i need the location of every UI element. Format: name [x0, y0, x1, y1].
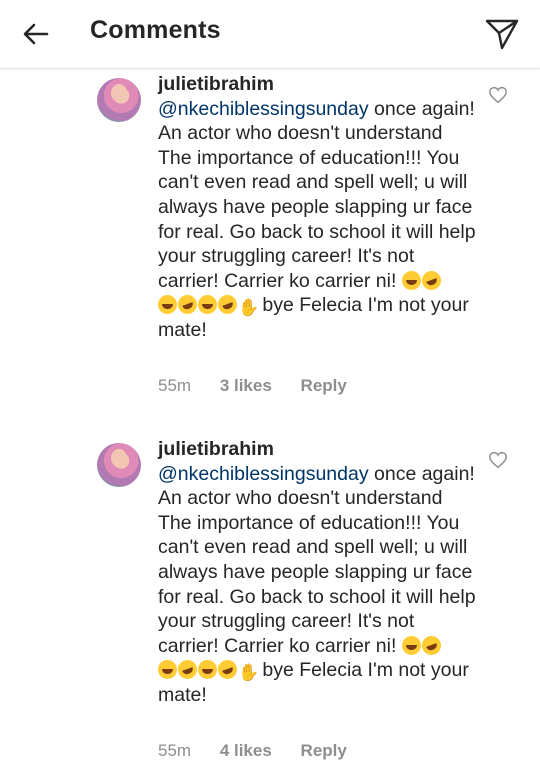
likes-count[interactable]: 3 likes [220, 376, 272, 395]
mention-link[interactable]: @nkechiblessingsunday [158, 463, 369, 485]
laughing-emoji-icon [198, 660, 217, 680]
comment-body: julietibrahim @nkechiblessingsunday once … [158, 437, 478, 708]
likes-count[interactable]: 4 likes [220, 741, 272, 760]
heart-outline-icon[interactable] [488, 86, 508, 104]
comment-text: once again! An actor who doesn't underst… [158, 462, 476, 657]
laughing-emoji-icon [158, 295, 177, 315]
heart-outline-icon[interactable] [488, 451, 508, 469]
rofl-emoji-icon [419, 268, 444, 293]
laughing-emoji-icon [401, 635, 421, 655]
comment-time: 55m [158, 741, 192, 760]
laughing-emoji-icon [158, 660, 177, 680]
waving-hand-emoji-icon: ✋ [238, 298, 260, 318]
comment-body: julietibrahim @nkechiblessingsunday once … [158, 72, 478, 343]
avatar[interactable] [97, 443, 141, 487]
comment-text: once again! An actor who doesn't underst… [158, 97, 476, 292]
reply-button[interactable]: Reply [301, 376, 347, 395]
comment-username[interactable]: julietibrahim [158, 72, 478, 97]
send-icon[interactable] [484, 16, 520, 52]
page-title: Comments [90, 16, 221, 44]
comment-username[interactable]: julietibrahim [158, 437, 478, 462]
rofl-emoji-icon [175, 292, 200, 318]
laughing-emoji-icon [401, 270, 421, 290]
rofl-emoji-icon [215, 657, 240, 683]
mention-link[interactable]: @nkechiblessingsunday [158, 98, 369, 120]
laughing-emoji-icon [198, 295, 217, 315]
comment-meta: 55m 3 likes Reply [158, 376, 371, 396]
comment-time: 55m [158, 376, 192, 395]
comment-meta: 55m 4 likes Reply [158, 741, 371, 761]
header-bar: Comments [0, 0, 540, 69]
avatar[interactable] [97, 78, 141, 122]
rofl-emoji-icon [215, 292, 240, 318]
reply-button[interactable]: Reply [301, 741, 347, 760]
rofl-emoji-icon [175, 657, 200, 683]
waving-hand-emoji-icon: ✋ [238, 663, 260, 683]
rofl-emoji-icon [419, 633, 444, 658]
back-arrow-icon[interactable] [20, 18, 52, 50]
